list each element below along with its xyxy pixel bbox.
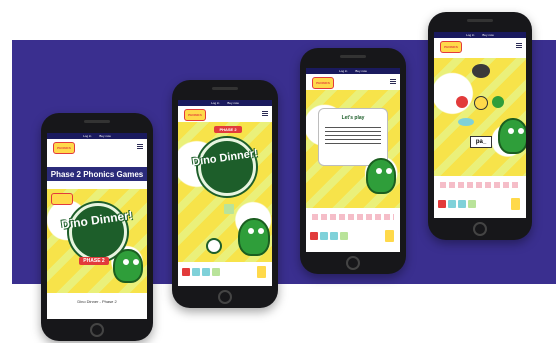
top-nav: Log in Buy now xyxy=(306,68,400,74)
game-area: Dino Dinner! PHASE 2 xyxy=(47,189,147,293)
word-box[interactable]: pa_ xyxy=(470,136,492,148)
dinosaur-mascot xyxy=(498,118,526,154)
home-button[interactable] xyxy=(218,290,232,304)
ufo-icon xyxy=(458,118,474,126)
login-link[interactable]: Log in xyxy=(466,33,474,37)
speaker-notch xyxy=(467,19,493,22)
phone-1: Log in Buy now PHONICS Phase 2 Phonics G… xyxy=(41,113,153,341)
tile-red[interactable] xyxy=(438,200,446,208)
phone-2: Log in Buy now PHONICS PHASE 2 Dino Dinn… xyxy=(172,80,278,308)
buy-now-link[interactable]: Buy now xyxy=(99,134,111,138)
login-link[interactable]: Log in xyxy=(211,101,219,105)
gear-yellow-icon[interactable] xyxy=(474,96,488,110)
phone-2-screen: Log in Buy now PHONICS PHASE 2 Dino Dinn… xyxy=(178,100,272,286)
next-button[interactable] xyxy=(257,266,266,278)
buy-now-link[interactable]: Buy now xyxy=(227,101,239,105)
tile-red[interactable] xyxy=(182,268,190,276)
phone-3: Log in Buy now PHONICS Let's play xyxy=(300,48,406,274)
tile-teal[interactable] xyxy=(330,232,338,240)
game-footer-label: Dino Dinner - Phase 2 xyxy=(77,299,117,304)
tile-teal[interactable] xyxy=(202,268,210,276)
phone-1-screen: Log in Buy now PHONICS Phase 2 Phonics G… xyxy=(47,133,147,319)
plate-graphic xyxy=(198,138,256,196)
dinosaur-mascot xyxy=(113,249,143,283)
top-nav: Log in Buy now xyxy=(178,100,272,106)
progress-strip xyxy=(440,182,520,188)
buy-now-link[interactable]: Buy now xyxy=(355,69,367,73)
frying-pan-icon xyxy=(472,64,490,78)
magnifier-icon[interactable] xyxy=(206,238,222,254)
menu-icon[interactable] xyxy=(137,144,143,149)
phase-banner: Phase 2 Phonics Games xyxy=(47,167,147,181)
speaker-notch xyxy=(340,55,366,58)
menu-icon[interactable] xyxy=(516,43,522,48)
letter-tiles xyxy=(182,268,220,276)
gear-red-icon[interactable] xyxy=(456,96,468,108)
phonics-logo-small xyxy=(51,193,73,205)
phonics-logo[interactable]: PHONICS xyxy=(312,77,334,89)
gear-green-icon[interactable] xyxy=(492,96,504,108)
tile-teal[interactable] xyxy=(448,200,456,208)
letter-tiles xyxy=(310,232,348,240)
menu-icon[interactable] xyxy=(390,79,396,84)
game-area: PHASE 2 Dino Dinner! xyxy=(178,122,272,262)
phonics-logo[interactable]: PHONICS xyxy=(440,41,462,53)
phone-3-screen: Log in Buy now PHONICS Let's play xyxy=(306,68,400,252)
home-button[interactable] xyxy=(473,222,487,236)
phone-4: Log in Buy now PHONICS pa_ xyxy=(428,12,532,240)
play-tile[interactable] xyxy=(224,204,234,214)
login-link[interactable]: Log in xyxy=(339,69,347,73)
tile-green[interactable] xyxy=(468,200,476,208)
game-area: pa_ xyxy=(434,58,526,176)
speaker-notch xyxy=(84,120,110,123)
phonics-logo[interactable]: PHONICS xyxy=(53,142,75,154)
tile-green[interactable] xyxy=(212,268,220,276)
progress-strip xyxy=(312,214,394,220)
letter-tiles xyxy=(438,200,476,208)
game-area: Let's play xyxy=(306,90,400,208)
phonics-logo[interactable]: PHONICS xyxy=(184,109,206,121)
home-button[interactable] xyxy=(346,256,360,270)
card-body-lines xyxy=(325,127,381,147)
top-nav: Log in Buy now xyxy=(434,32,526,38)
phase-badge[interactable]: PHASE 2 xyxy=(214,126,242,133)
speaker-notch xyxy=(212,87,238,90)
buy-now-link[interactable]: Buy now xyxy=(482,33,494,37)
next-button[interactable] xyxy=(511,198,520,210)
tile-green[interactable] xyxy=(340,232,348,240)
next-button[interactable] xyxy=(385,230,394,242)
phone-4-screen: Log in Buy now PHONICS pa_ xyxy=(434,32,526,218)
dinosaur-mascot xyxy=(238,218,270,256)
dinosaur-mascot xyxy=(366,158,396,194)
tile-red[interactable] xyxy=(310,232,318,240)
phase-badge[interactable]: PHASE 2 xyxy=(79,257,109,265)
login-link[interactable]: Log in xyxy=(83,134,91,138)
top-nav: Log in Buy now xyxy=(47,133,147,139)
tile-teal[interactable] xyxy=(320,232,328,240)
card-title: Let's play xyxy=(341,115,365,121)
home-button[interactable] xyxy=(90,323,104,337)
tile-teal[interactable] xyxy=(192,268,200,276)
tile-teal[interactable] xyxy=(458,200,466,208)
menu-icon[interactable] xyxy=(262,111,268,116)
